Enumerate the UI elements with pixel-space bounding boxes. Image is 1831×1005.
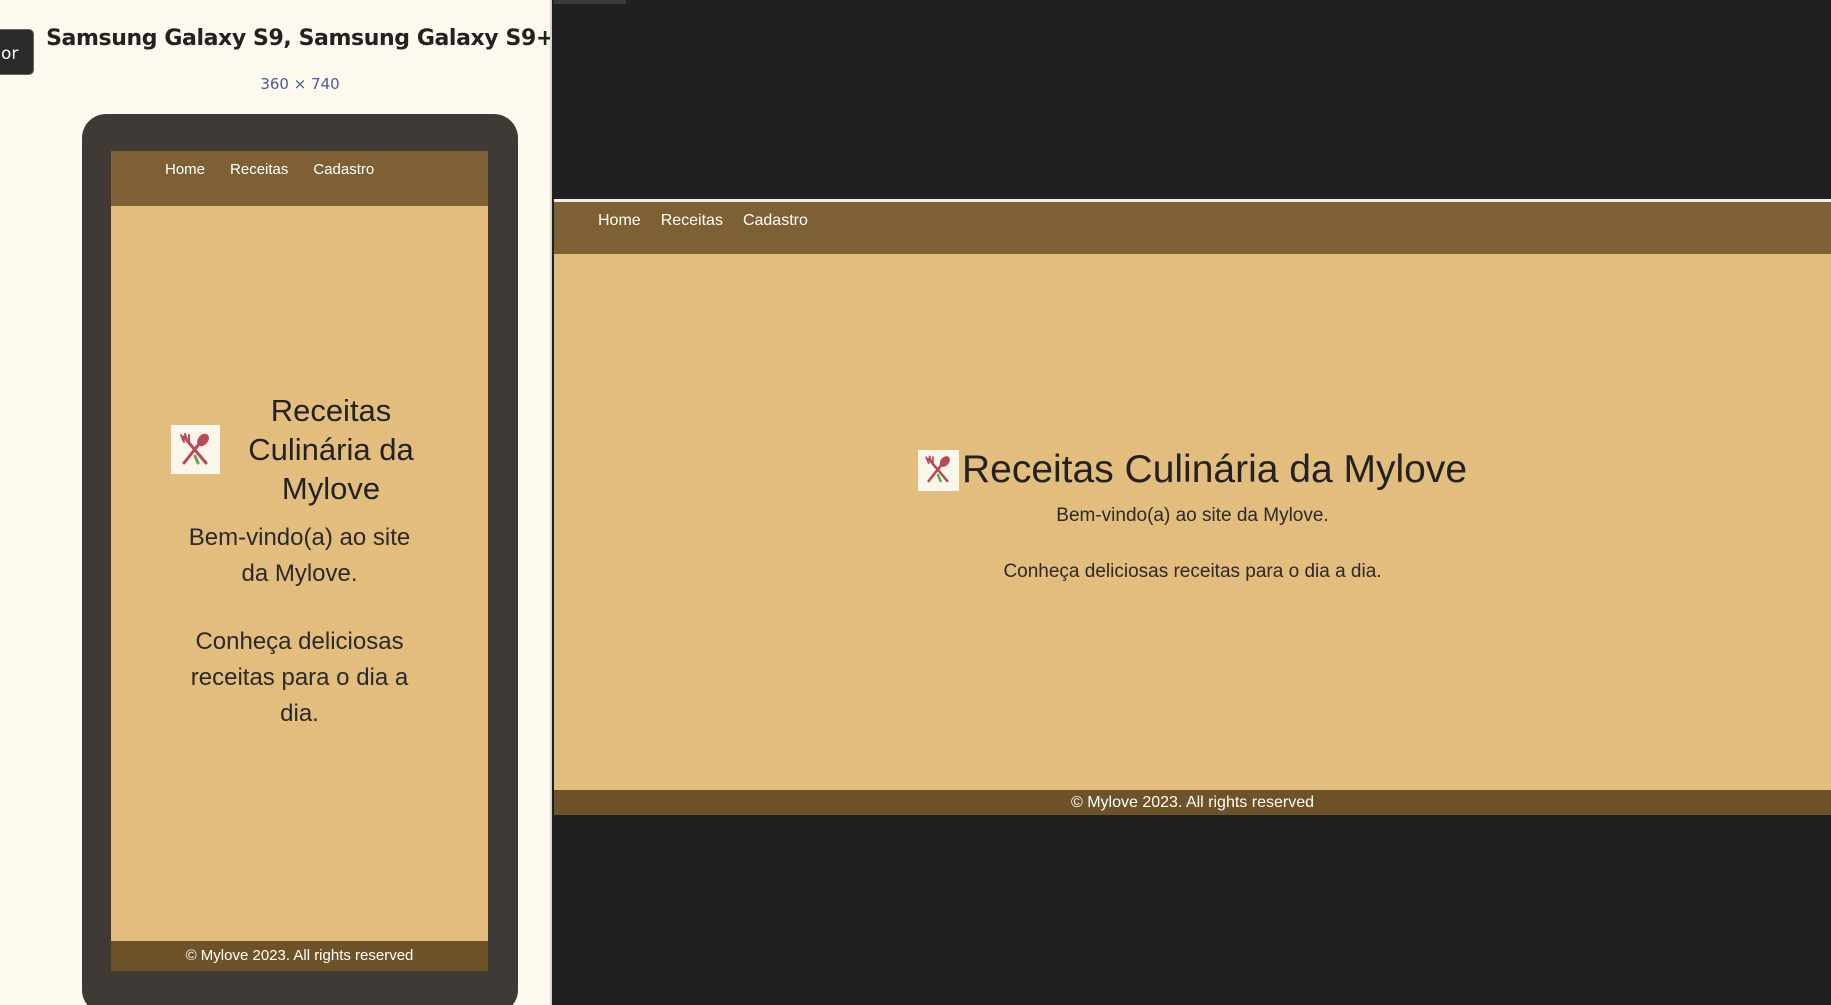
- device-name: Samsung Galaxy S9, Samsung Galaxy S9+: [46, 26, 552, 51]
- nav-link-receitas[interactable]: Receitas: [661, 212, 723, 254]
- desktop-nav-bar: Home Receitas Cadastro: [554, 202, 1831, 254]
- desktop-footer: © Mylove 2023. All rights reserved: [554, 790, 1831, 815]
- device-screen: Home Receitas Cadastro Receitas Culinári…: [111, 151, 488, 971]
- mobile-footer: © Mylove 2023. All rights reserved: [111, 941, 488, 971]
- device-dimensions: 360 × 740: [260, 75, 340, 93]
- viewport-top-strip: [554, 0, 626, 4]
- nav-link-cadastro[interactable]: Cadastro: [313, 161, 374, 206]
- mobile-nav-bar: Home Receitas Cadastro: [111, 151, 488, 206]
- device-frame: Home Receitas Cadastro Receitas Culinári…: [82, 114, 518, 1005]
- brand-heading: Receitas Culinária da Mylove: [554, 448, 1831, 492]
- desktop-viewport: Home Receitas Cadastro Receitas Culinári…: [554, 0, 1831, 1005]
- tagline-text: Conheça deliciosas receitas para o dia a…: [190, 628, 409, 727]
- welcome-text: Bem-vindo(a) ao site da Mylove.: [188, 524, 411, 587]
- nav-link-cadastro[interactable]: Cadastro: [743, 212, 808, 254]
- nav-link-receitas[interactable]: Receitas: [230, 161, 288, 206]
- mobile-hero: Receitas Culinária da Mylove Bem-vindo(a…: [111, 391, 488, 732]
- nav-link-home[interactable]: Home: [598, 212, 641, 254]
- desktop-hero: Receitas Culinária da Mylove Bem-vindo(a…: [554, 448, 1831, 584]
- welcome-text: Bem-vindo(a) ao site da Mylove.: [1056, 505, 1329, 526]
- tagline-text: Conheça deliciosas receitas para o dia a…: [1003, 561, 1382, 582]
- responsive-preview-panel: or Samsung Galaxy S9, Samsung Galaxy S9+…: [0, 0, 552, 1005]
- desktop-page: Home Receitas Cadastro Receitas Culinári…: [554, 202, 1831, 815]
- nav-link-home[interactable]: Home: [165, 161, 205, 206]
- brand-heading: Receitas Culinária da Mylove: [111, 391, 488, 508]
- fork-and-spoon-icon: [917, 449, 959, 491]
- site-title: Receitas Culinária da Mylove: [248, 393, 414, 506]
- fork-and-spoon-icon: [170, 425, 220, 474]
- site-title: Receitas Culinária da Mylove: [961, 448, 1468, 491]
